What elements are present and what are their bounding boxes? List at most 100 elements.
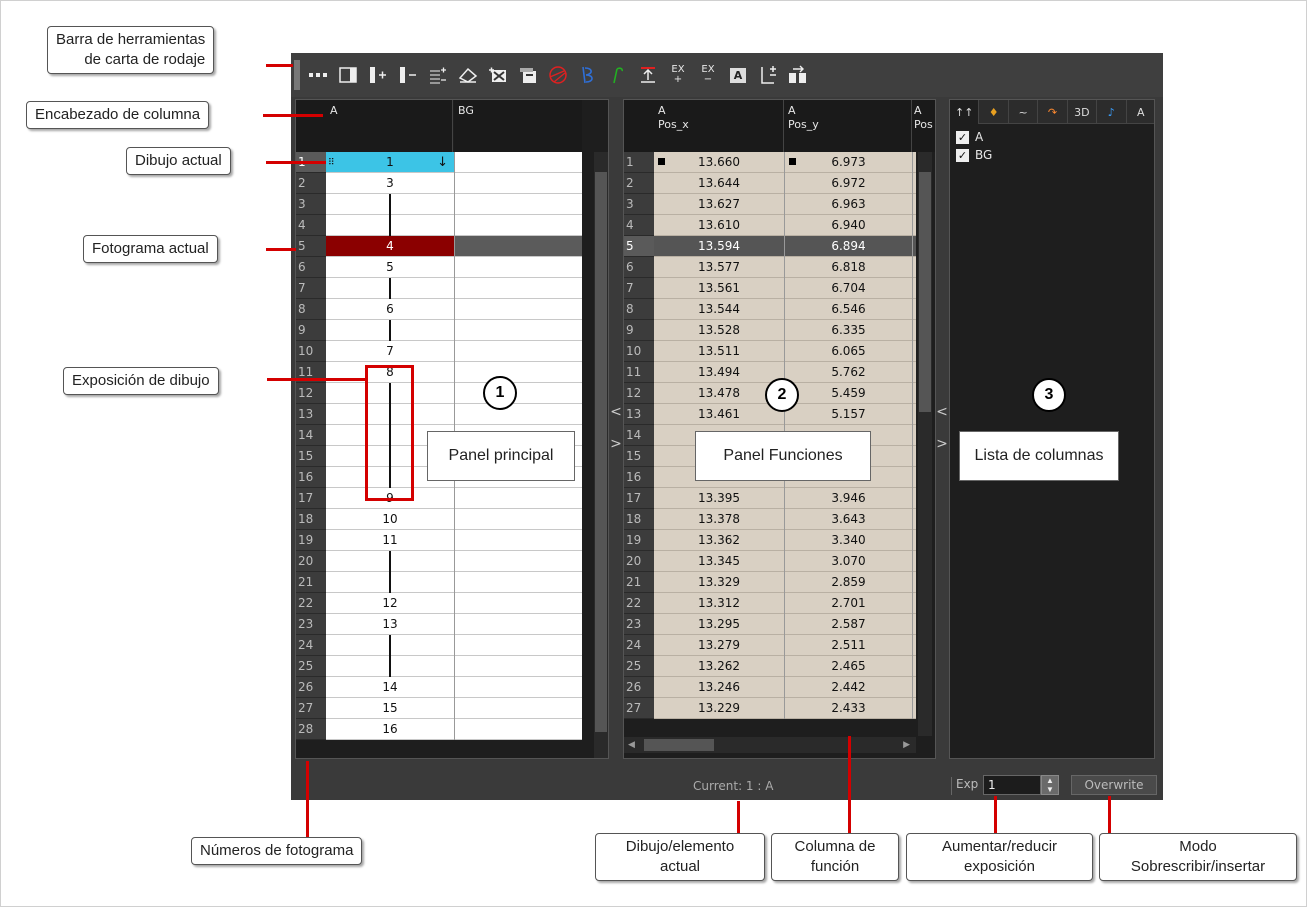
frame-number[interactable]: 6 bbox=[296, 257, 326, 278]
remove-column-icon[interactable] bbox=[394, 61, 422, 89]
frame-number[interactable]: 18 bbox=[296, 509, 326, 530]
function-cell[interactable]: 13.312 bbox=[654, 593, 784, 614]
frame-number[interactable]: 24 bbox=[296, 635, 326, 656]
function-cell[interactable]: 6.894 bbox=[785, 236, 912, 257]
column-list-tab[interactable]: A bbox=[1127, 100, 1154, 124]
frame-number[interactable]: 1 bbox=[624, 152, 654, 173]
frame-number[interactable]: 17 bbox=[296, 488, 326, 509]
frame-number[interactable]: 13 bbox=[624, 404, 654, 425]
frame-number[interactable]: 8 bbox=[296, 299, 326, 320]
frame-number[interactable]: 26 bbox=[296, 677, 326, 698]
drawing-cell[interactable]: 12 bbox=[326, 593, 454, 614]
frame-number[interactable]: 12 bbox=[624, 383, 654, 404]
frame-number[interactable]: 11 bbox=[624, 362, 654, 383]
onion-skin-icon[interactable] bbox=[544, 61, 572, 89]
function-cell[interactable]: 2.587 bbox=[785, 614, 912, 635]
function-cell[interactable]: 13.378 bbox=[654, 509, 784, 530]
drawing-cell[interactable]: 13 bbox=[326, 614, 454, 635]
function-cell[interactable]: 2.442 bbox=[785, 677, 912, 698]
drawing-cell[interactable] bbox=[455, 236, 582, 257]
function-cell[interactable]: 2.433 bbox=[785, 698, 912, 719]
drawing-cell[interactable]: 6 bbox=[326, 299, 454, 320]
frame-number[interactable]: 23 bbox=[296, 614, 326, 635]
function-cell[interactable]: 13.395 bbox=[654, 488, 784, 509]
drawing-cell[interactable] bbox=[326, 635, 454, 656]
insert-frames-icon[interactable] bbox=[424, 61, 452, 89]
function-cell[interactable]: 13.262 bbox=[654, 656, 784, 677]
frame-number[interactable]: 18 bbox=[624, 509, 654, 530]
frame-number[interactable]: 20 bbox=[296, 551, 326, 572]
scrollbar-thumb[interactable] bbox=[595, 172, 607, 732]
function-cell[interactable]: 13.627 bbox=[654, 194, 784, 215]
function-cell[interactable]: 6.972 bbox=[785, 173, 912, 194]
drawing-cell[interactable] bbox=[455, 194, 582, 215]
function-cell[interactable]: 2.465 bbox=[785, 656, 912, 677]
toolbar-grip[interactable] bbox=[294, 60, 300, 90]
column-list-tab[interactable]: ~ bbox=[1009, 100, 1039, 124]
function-cell[interactable] bbox=[913, 698, 916, 719]
frame-number[interactable]: 19 bbox=[296, 530, 326, 551]
function-cell[interactable]: 13.594 bbox=[654, 236, 784, 257]
function-cell[interactable]: 6.704 bbox=[785, 278, 912, 299]
function-cell[interactable] bbox=[913, 278, 916, 299]
function-cell[interactable] bbox=[913, 509, 916, 530]
frame-number[interactable]: 12 bbox=[296, 383, 326, 404]
function-cell[interactable] bbox=[913, 236, 916, 257]
function-cell[interactable]: 13.345 bbox=[654, 551, 784, 572]
drawing-cell[interactable] bbox=[455, 215, 582, 236]
function-cell[interactable]: 13.362 bbox=[654, 530, 784, 551]
drawing-cell[interactable] bbox=[455, 719, 582, 740]
frame-number[interactable]: 22 bbox=[296, 593, 326, 614]
exposure-input[interactable]: 1 bbox=[983, 775, 1041, 795]
frame-number[interactable]: 26 bbox=[624, 677, 654, 698]
function-cell[interactable]: 5.459 bbox=[785, 383, 912, 404]
add-exposure-icon[interactable]: EX + bbox=[664, 61, 692, 89]
function-column-header[interactable]: A Pos bbox=[912, 100, 935, 152]
frame-number[interactable]: 27 bbox=[624, 698, 654, 719]
function-cell[interactable] bbox=[913, 173, 916, 194]
scroll-right-icon[interactable]: ▶ bbox=[903, 739, 910, 750]
function-cell[interactable]: 3.946 bbox=[785, 488, 912, 509]
drawing-cell[interactable] bbox=[326, 656, 454, 677]
function-cell[interactable]: 13.660 bbox=[654, 152, 784, 173]
function-column-header[interactable]: A Pos_y bbox=[784, 100, 912, 152]
function-cell[interactable]: 13.295 bbox=[654, 614, 784, 635]
frame-number[interactable]: 2 bbox=[624, 173, 654, 194]
function-cell[interactable]: 6.940 bbox=[785, 215, 912, 236]
scrollbar-thumb[interactable] bbox=[919, 172, 931, 412]
function-cell[interactable]: 13.561 bbox=[654, 278, 784, 299]
column-list-tab[interactable]: ↑↑ bbox=[950, 100, 980, 124]
drawing-cell[interactable] bbox=[326, 278, 454, 299]
frame-number[interactable]: 7 bbox=[296, 278, 326, 299]
drawing-cell[interactable] bbox=[455, 593, 582, 614]
drawing-cell[interactable] bbox=[455, 509, 582, 530]
collapse-left-icon[interactable]: < bbox=[936, 403, 948, 421]
function-cell[interactable]: 5.762 bbox=[785, 362, 912, 383]
frame-number[interactable]: 10 bbox=[296, 341, 326, 362]
function-cell[interactable]: 3.070 bbox=[785, 551, 912, 572]
scrollbar-thumb[interactable] bbox=[644, 739, 714, 751]
frame-number[interactable]: 21 bbox=[624, 572, 654, 593]
drawing-cell[interactable] bbox=[326, 215, 454, 236]
frame-number[interactable]: 3 bbox=[296, 194, 326, 215]
drawing-cell[interactable] bbox=[455, 404, 582, 425]
function-cell[interactable]: 2.701 bbox=[785, 593, 912, 614]
function-cell[interactable] bbox=[913, 383, 916, 404]
function-cell[interactable] bbox=[913, 257, 916, 278]
frame-number[interactable]: 25 bbox=[296, 656, 326, 677]
add-drawing-icon[interactable] bbox=[484, 61, 512, 89]
drawing-cell[interactable] bbox=[455, 614, 582, 635]
text-column-icon[interactable]: A bbox=[724, 61, 752, 89]
function-cell[interactable] bbox=[913, 446, 916, 467]
exposure-stepper[interactable]: ▲ ▼ bbox=[1041, 775, 1059, 795]
extend-exposure-icon[interactable] bbox=[634, 61, 662, 89]
drawing-cell[interactable] bbox=[455, 341, 582, 362]
function-cell[interactable] bbox=[913, 152, 916, 173]
function-cell[interactable] bbox=[913, 677, 916, 698]
function-cell[interactable]: 13.528 bbox=[654, 320, 784, 341]
function-cell[interactable] bbox=[913, 194, 916, 215]
checkbox[interactable]: ✓ bbox=[956, 130, 969, 144]
collapse-right-icon[interactable]: > bbox=[936, 435, 948, 453]
column-list-tab[interactable]: ♪ bbox=[1097, 100, 1127, 124]
drawing-cell[interactable] bbox=[455, 551, 582, 572]
